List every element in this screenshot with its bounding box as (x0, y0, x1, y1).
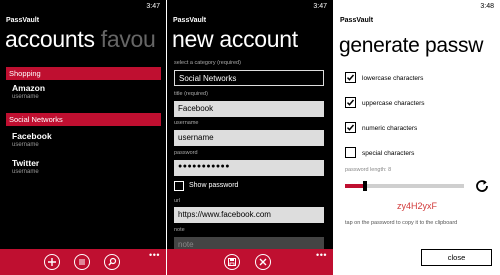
uppercase-checkbox[interactable] (345, 97, 356, 108)
account-username: username (12, 94, 39, 100)
close-button[interactable]: close (421, 249, 492, 266)
password-label: password (174, 150, 198, 156)
generate-password-screen: 3:48 PassVault generate passw lowercase … (334, 0, 500, 275)
new-account-screen: 3:47 PassVault new account select a cate… (167, 0, 333, 275)
add-icon (48, 258, 56, 266)
lowercase-checkbox[interactable] (345, 72, 356, 83)
app-name: PassVault (340, 17, 374, 24)
cancel-button[interactable] (255, 254, 271, 270)
uppercase-label: uppercase characters (362, 100, 425, 107)
app-name: PassVault (6, 17, 40, 24)
list-button[interactable] (74, 254, 90, 270)
username-field[interactable]: username (174, 130, 324, 146)
title-label: title (required) (174, 91, 208, 97)
category-label: select a category (required) (174, 60, 241, 66)
password-field[interactable]: ●●●●●●●●●●● (174, 160, 324, 176)
special-label: special characters (362, 150, 415, 157)
show-password-checkbox[interactable] (174, 181, 184, 191)
checkmark-icon (346, 124, 355, 131)
status-time: 3:48 (480, 3, 494, 10)
account-username: username (12, 142, 39, 148)
length-slider-thumb[interactable] (363, 181, 367, 191)
search-icon (108, 257, 117, 266)
checkmark-icon (346, 74, 355, 81)
app-bar: ••• (0, 249, 166, 275)
note-label: note (174, 227, 185, 233)
app-name: PassVault (173, 17, 207, 24)
category-picker[interactable]: Social Networks (174, 70, 324, 86)
length-slider-fill (345, 184, 363, 188)
account-item-facebook[interactable]: Facebook username (12, 131, 52, 148)
group-header-social-networks[interactable]: Social Networks (6, 113, 161, 126)
cancel-icon (259, 258, 267, 266)
app-bar: ••• (167, 249, 333, 275)
page-title: new account (172, 26, 298, 52)
account-item-amazon[interactable]: Amazon username (12, 83, 45, 100)
url-field[interactable]: https://www.facebook.com (174, 207, 324, 223)
account-name: Twitter (12, 158, 40, 168)
pivot-item-favourites[interactable]: favou (101, 26, 156, 52)
account-name: Amazon (12, 83, 46, 93)
accounts-screen: 3:47 PassVault accounts favou Shopping A… (0, 0, 166, 275)
special-checkbox[interactable] (345, 147, 356, 158)
save-icon (228, 258, 236, 266)
checkmark-icon (346, 99, 355, 106)
group-header-shopping[interactable]: Shopping (6, 67, 161, 80)
status-time: 3:47 (313, 3, 327, 10)
generated-password[interactable]: zy4H2yxF (334, 201, 500, 211)
copy-hint: tap on the password to copy it to the cl… (345, 220, 458, 226)
username-label: username (174, 120, 199, 126)
account-item-twitter[interactable]: Twitter username (12, 158, 39, 175)
numeric-checkbox[interactable] (345, 122, 356, 133)
title-field[interactable]: Facebook (174, 101, 324, 117)
page-title: generate passw (339, 34, 484, 57)
pivot-header: accounts favou (5, 26, 156, 53)
search-button[interactable] (104, 254, 120, 270)
refresh-icon[interactable] (474, 178, 490, 194)
add-button[interactable] (44, 254, 60, 270)
list-icon (79, 259, 85, 265)
status-time: 3:47 (146, 3, 160, 10)
account-username: username (12, 169, 39, 175)
password-length-label: password length: 8 (345, 167, 392, 173)
show-password-label: Show password (189, 182, 239, 189)
account-name: Facebook (12, 131, 52, 141)
numeric-label: numeric characters (362, 125, 418, 132)
url-label: url (174, 198, 181, 204)
save-button[interactable] (224, 254, 240, 270)
pivot-item-accounts[interactable]: accounts (5, 26, 95, 52)
more-button[interactable]: ••• (149, 250, 160, 260)
more-button[interactable]: ••• (316, 250, 327, 260)
lowercase-label: lowercase characters (362, 75, 424, 82)
